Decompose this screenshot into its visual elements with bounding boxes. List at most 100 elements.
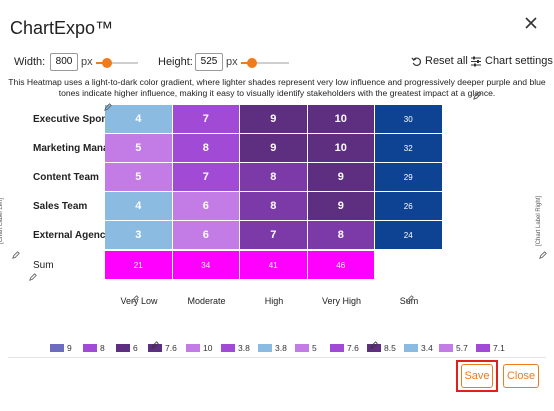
width-input[interactable]: 800 [50, 53, 78, 71]
edit-pencil-icon[interactable] [151, 341, 159, 351]
chart-settings-button[interactable]: Chart settings [470, 55, 553, 67]
legend-label: 3.8 [275, 343, 287, 353]
legend-item[interactable]: 3.8 [258, 343, 287, 353]
toolbar: Width: 800 px Height: 525 px Reset all C… [0, 52, 554, 74]
legend-item[interactable]: 10 [186, 343, 212, 353]
column-total-cell: 41 [240, 251, 308, 280]
settings-sliders-icon [470, 56, 482, 67]
row-total-cell: 29 [375, 163, 443, 192]
column-label: Moderate [187, 296, 226, 306]
width-label: Width: [14, 56, 46, 68]
legend-label: 5 [312, 343, 317, 353]
heatmap-cell: 7 [240, 221, 308, 250]
heatmap-cell: 3 [105, 221, 173, 250]
height-slider-knob[interactable] [247, 58, 257, 68]
heatmap-cell: 9 [240, 105, 308, 134]
legend-label: 3.4 [421, 343, 433, 353]
heatmap-cell: 10 [307, 105, 375, 134]
row-label: External Agency [33, 230, 111, 241]
edit-pencil-icon[interactable] [539, 246, 547, 264]
row-total-cell: 32 [375, 134, 443, 163]
row-label: Content Team [33, 172, 99, 183]
column-total-cell: 46 [307, 251, 375, 280]
heatmap-cell: 8 [240, 192, 308, 221]
chart-settings-label: Chart settings [485, 55, 553, 67]
legend-swatch [186, 344, 200, 352]
legend-label: 5.7 [456, 343, 468, 353]
legend-item[interactable]: 8 [83, 343, 105, 353]
legend-label: 8.5 [384, 343, 396, 353]
edit-pencil-icon[interactable] [131, 290, 139, 308]
legend-swatch [50, 344, 64, 352]
chart-label-right[interactable]: [Chart Label Right] [536, 196, 542, 246]
legend-swatch [367, 341, 381, 352]
heatmap-cell: 6 [172, 192, 240, 221]
legend-label: 6 [133, 343, 138, 353]
heatmap-cell: 5 [105, 134, 173, 163]
legend-swatch [116, 344, 130, 352]
legend-swatch [148, 341, 162, 352]
legend-item[interactable]: 3.4 [404, 343, 433, 353]
legend-label: 7.6 [347, 343, 359, 353]
row-total-cell: 26 [375, 192, 443, 221]
column-total-cell: 21 [105, 251, 173, 280]
row-total-cell: 30 [375, 105, 443, 134]
legend-swatch [221, 344, 235, 352]
height-label: Height: [158, 56, 193, 68]
legend-label: 9 [67, 343, 72, 353]
edit-pencil-icon[interactable] [12, 246, 20, 264]
column-label: High [264, 296, 284, 306]
heatmap-cell: 5 [105, 163, 173, 192]
app-title: ChartExpo™ [10, 18, 114, 38]
edit-pencil-icon[interactable] [104, 98, 112, 116]
edit-pencil-icon[interactable] [473, 87, 482, 105]
legend: 9 8 6 7.6 10 3.8 3.8 5 7.6 8.5 3.4 5.7 7.1 [0, 341, 554, 357]
edit-pencil-icon[interactable] [406, 290, 414, 308]
legend-label: 8 [100, 343, 105, 353]
legend-item[interactable]: 7.1 [476, 343, 505, 353]
row-label: Sales Team [33, 201, 88, 212]
column-label: Very High [321, 296, 362, 306]
heatmap-cell: 7 [172, 105, 240, 134]
heatmap-cell: 4 [105, 105, 173, 134]
legend-item[interactable]: 5.7 [439, 343, 468, 353]
legend-item[interactable]: 3.8 [221, 343, 250, 353]
legend-label: 10 [203, 343, 213, 353]
heatmap-cell: 6 [172, 221, 240, 250]
legend-item[interactable]: 6 [116, 343, 138, 353]
width-slider[interactable] [96, 58, 138, 68]
legend-item[interactable]: 5 [295, 343, 317, 353]
legend-item[interactable]: 9 [50, 343, 72, 353]
close-icon[interactable] [522, 14, 540, 32]
heatmap-cell: 4 [105, 192, 173, 221]
heatmap-cell: 7 [172, 163, 240, 192]
footer-divider [8, 357, 546, 358]
heatmap-cell: 8 [240, 163, 308, 192]
legend-item[interactable]: 7.6 [148, 341, 177, 353]
heatmap-cell: 10 [307, 134, 375, 163]
legend-label: 7.1 [493, 343, 505, 353]
legend-item[interactable]: 7.6 [330, 343, 359, 353]
heatmap-cell: 8 [172, 134, 240, 163]
legend-label: 3.8 [238, 343, 250, 353]
height-slider[interactable] [241, 58, 289, 68]
legend-swatch [476, 344, 490, 352]
height-input[interactable]: 525 [195, 53, 223, 71]
heatmap-cell: 9 [240, 134, 308, 163]
close-button[interactable]: Close [503, 364, 539, 388]
legend-swatch [330, 344, 344, 352]
edit-pencil-icon[interactable] [29, 268, 37, 286]
reset-all-button[interactable]: Reset all [411, 55, 468, 67]
reset-icon [411, 56, 422, 67]
reset-all-label: Reset all [425, 55, 468, 67]
height-unit: px [226, 56, 238, 68]
legend-swatch [83, 344, 97, 352]
width-slider-knob[interactable] [102, 58, 112, 68]
legend-item[interactable]: 8.5 [367, 341, 396, 353]
legend-swatch [258, 344, 272, 352]
row-total-cell: 24 [375, 221, 443, 250]
edit-pencil-icon[interactable] [370, 341, 378, 351]
width-unit: px [81, 56, 93, 68]
chart-label-left[interactable]: [Chart Label Left] [0, 198, 4, 244]
save-button[interactable]: Save [461, 364, 493, 388]
